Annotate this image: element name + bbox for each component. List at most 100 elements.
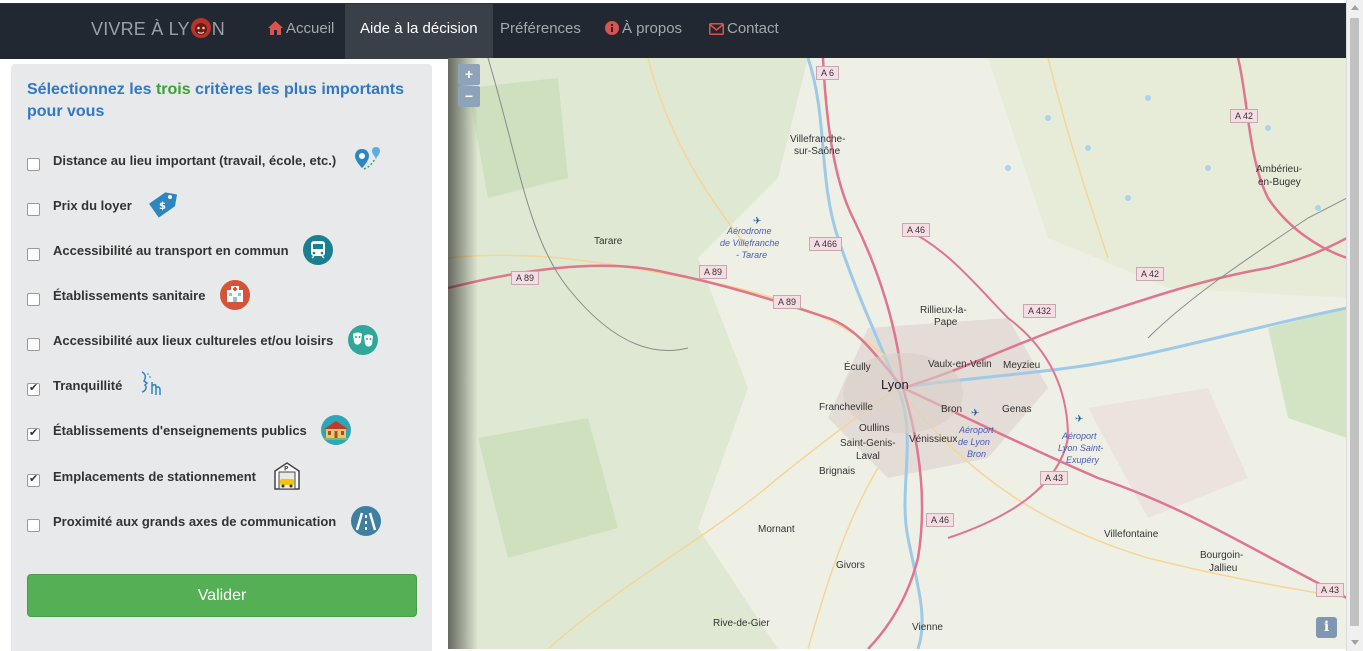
motorway-shield: A 466 bbox=[809, 237, 843, 251]
svg-text:$: $ bbox=[159, 201, 166, 212]
airport-icon: ✈ bbox=[971, 408, 980, 419]
motorway-shield: A 432 bbox=[1023, 304, 1057, 318]
nav-contact-label: Contact bbox=[727, 20, 779, 37]
map-label: Vaulx-en-Velin bbox=[928, 359, 992, 370]
criterion-label: Accessibilité aux lieux cultureles et/ou… bbox=[53, 333, 334, 348]
panel-title-highlight: trois bbox=[155, 81, 191, 98]
map-label: Mornant bbox=[758, 524, 795, 535]
map-left-shadow bbox=[448, 58, 478, 649]
lion-head-icon bbox=[190, 18, 211, 38]
brand-text-start: VIVRE À LY bbox=[91, 19, 190, 39]
price-tag-icon: $ bbox=[149, 192, 178, 218]
checkbox[interactable] bbox=[27, 158, 40, 171]
map-label: Bron bbox=[967, 449, 987, 459]
scroll-up-arrow-icon[interactable] bbox=[1351, 5, 1359, 10]
motorway-shield: A 46 bbox=[902, 223, 931, 237]
map-label: en-Bugey bbox=[1258, 177, 1301, 188]
nav-aide-decision-label: Aide à la décision bbox=[360, 20, 478, 37]
motorway-shield: A 6 bbox=[816, 66, 840, 80]
zoom-in-button[interactable]: + bbox=[458, 64, 480, 85]
parking-garage-icon: P bbox=[274, 462, 300, 490]
school-icon bbox=[321, 415, 351, 445]
checkbox[interactable] bbox=[27, 248, 40, 261]
criterion-label: Tranquillité bbox=[53, 378, 123, 393]
map-label: Givors bbox=[836, 560, 865, 571]
map-info-button[interactable]: i bbox=[1316, 617, 1337, 638]
map-label: Écully bbox=[844, 362, 871, 373]
map-label: Oullins bbox=[859, 423, 890, 434]
checkbox[interactable] bbox=[27, 338, 40, 351]
info-circle-icon bbox=[605, 21, 619, 35]
valider-button[interactable]: Valider bbox=[27, 574, 417, 617]
map-label: de Lyon bbox=[958, 437, 990, 447]
checkbox[interactable] bbox=[27, 472, 40, 487]
map-label: Genas bbox=[1002, 404, 1032, 415]
map-label: Brignais bbox=[819, 466, 856, 477]
map-label: Jallieu bbox=[1209, 563, 1238, 574]
motorway-shield: A 46 bbox=[926, 513, 955, 527]
airport-icon: ✈ bbox=[1075, 414, 1084, 425]
nav-preferences[interactable]: Préférences bbox=[485, 4, 596, 59]
motorway-shield: A 89 bbox=[511, 271, 540, 285]
checkbox[interactable] bbox=[27, 293, 40, 306]
nav-a-propos[interactable]: À propos bbox=[592, 4, 695, 59]
motorway-shield: A 43 bbox=[1316, 583, 1345, 597]
motorway-shield: A 89 bbox=[699, 265, 728, 279]
map-label: Aéroport bbox=[959, 425, 994, 435]
criterion-label: Accessibilité au transport en commun bbox=[53, 243, 289, 258]
svg-text:P: P bbox=[284, 466, 289, 473]
motorway-shield: A 42 bbox=[1136, 267, 1165, 281]
map-label: Vénissieux bbox=[909, 434, 958, 445]
scroll-down-arrow-icon[interactable] bbox=[1351, 640, 1359, 645]
criterion-label: Proximité aux grands axes de communicati… bbox=[53, 514, 337, 529]
nav-a-propos-label: À propos bbox=[622, 20, 683, 37]
hospital-icon bbox=[220, 280, 250, 310]
map-label: Vienne bbox=[912, 622, 943, 633]
motorway-shield: A 89 bbox=[773, 295, 802, 309]
map-label: Rive-de-Gier bbox=[713, 618, 770, 629]
map-label: Aéroport bbox=[1062, 431, 1097, 441]
map-label: Bron bbox=[941, 404, 963, 415]
criterion-label: Prix du loyer bbox=[53, 198, 132, 213]
checkbox[interactable] bbox=[27, 203, 40, 216]
page-scrollbar[interactable] bbox=[1346, 0, 1363, 651]
nav-preferences-label: Préférences bbox=[500, 20, 581, 37]
map-label: de Villefranche bbox=[720, 238, 780, 248]
map-label: Meyzieu bbox=[1003, 360, 1041, 371]
criterion-label: Établissements sanitaire bbox=[53, 288, 206, 303]
map-label: Laval bbox=[856, 451, 880, 462]
nav-accueil-label: Accueil bbox=[286, 20, 335, 37]
checkbox[interactable] bbox=[27, 426, 40, 441]
map-label: Exupéry bbox=[1066, 455, 1100, 465]
scrollbar-thumb[interactable] bbox=[1350, 18, 1359, 626]
map-label: Tarare bbox=[594, 236, 623, 247]
theater-masks-icon bbox=[348, 325, 378, 355]
map-label-city: Lyon bbox=[881, 377, 909, 392]
checkbox[interactable] bbox=[27, 519, 40, 532]
brand-text-end: N bbox=[211, 19, 225, 39]
nav-accueil[interactable]: Accueil bbox=[256, 4, 346, 59]
brand-logo[interactable]: VIVRE À LY N bbox=[91, 4, 225, 59]
map-view[interactable]: Villefranche- sur-Saône Tarare ✈ Aérodro… bbox=[448, 58, 1347, 649]
criterion-label: Distance au lieu important (travail, éco… bbox=[53, 153, 337, 168]
checkbox[interactable] bbox=[27, 381, 40, 396]
top-navbar: VIVRE À LY N Accueil Aide à la décision … bbox=[0, 3, 1347, 59]
nav-contact[interactable]: Contact bbox=[697, 4, 791, 59]
map-label: Ambérieu- bbox=[1256, 164, 1303, 175]
map-label: Villefontaine bbox=[1104, 529, 1159, 540]
panel-title: Sélectionnez les trois critères les plus… bbox=[27, 79, 422, 123]
zoom-out-button[interactable]: − bbox=[458, 86, 480, 107]
map-label: Lyon Saint- bbox=[1058, 443, 1104, 453]
tram-icon bbox=[303, 235, 333, 265]
motorway-shield: A 43 bbox=[1040, 471, 1069, 485]
criterion-label: Établissements d'enseignements publics bbox=[53, 423, 307, 438]
map-label: Aérodrome bbox=[727, 226, 772, 236]
map-label: sur-Saône bbox=[794, 146, 841, 157]
nav-aide-decision[interactable]: Aide à la décision bbox=[345, 4, 493, 59]
route-pin-icon bbox=[355, 147, 380, 170]
map-label: - Tarare bbox=[736, 250, 768, 260]
motorway-shield: A 42 bbox=[1230, 109, 1259, 123]
envelope-icon bbox=[709, 23, 724, 35]
criterion-label: Emplacements de stationnement bbox=[53, 469, 256, 484]
map-label: Bourgoin- bbox=[1200, 550, 1244, 561]
